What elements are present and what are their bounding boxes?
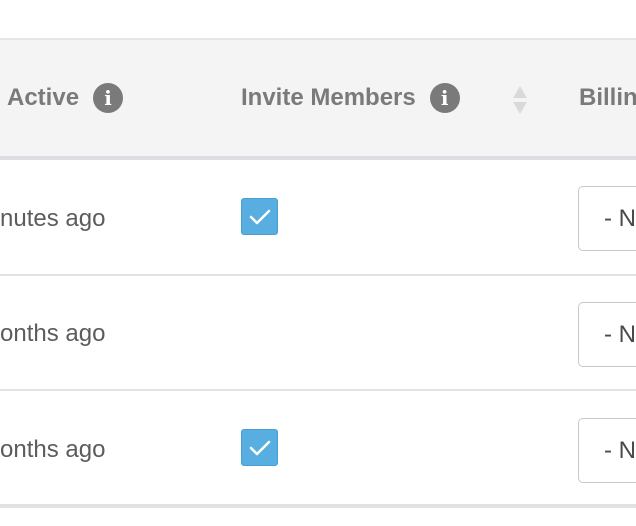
info-icon[interactable]: i	[93, 83, 124, 113]
table-header: Active i Invite Members i Billin	[0, 40, 636, 160]
column-header-billing-label: Billin	[579, 84, 636, 111]
billing-select[interactable]: - N	[578, 186, 636, 251]
checkmark-icon	[249, 209, 270, 224]
sort-icon[interactable]	[511, 84, 529, 116]
table-row: onths ago - N	[0, 391, 636, 508]
table-row: nutes ago - N	[0, 160, 636, 276]
billing-select[interactable]: - N	[578, 418, 636, 483]
column-header-active-label: Active	[7, 84, 80, 111]
billing-select-value: - N	[604, 436, 636, 464]
last-active-cell: onths ago	[0, 436, 106, 463]
last-active-cell: nutes ago	[0, 205, 106, 232]
column-header-invite-members-label: Invite Members	[241, 84, 416, 111]
invite-members-checkbox[interactable]	[241, 198, 278, 235]
column-header-active: Active i	[7, 40, 124, 156]
members-table: Active i Invite Members i Billin nutes a…	[0, 38, 636, 508]
invite-members-checkbox[interactable]	[241, 429, 278, 466]
info-icon[interactable]: i	[429, 83, 460, 113]
last-active-cell: onths ago	[0, 320, 106, 347]
column-header-billing[interactable]: Billin	[579, 40, 636, 156]
billing-select[interactable]: - N	[578, 302, 636, 367]
table-row: onths ago - N	[0, 276, 636, 391]
billing-select-value: - N	[604, 204, 636, 232]
billing-select-value: - N	[604, 320, 636, 348]
checkmark-icon	[249, 440, 270, 455]
column-header-invite-members[interactable]: Invite Members i	[241, 40, 460, 156]
